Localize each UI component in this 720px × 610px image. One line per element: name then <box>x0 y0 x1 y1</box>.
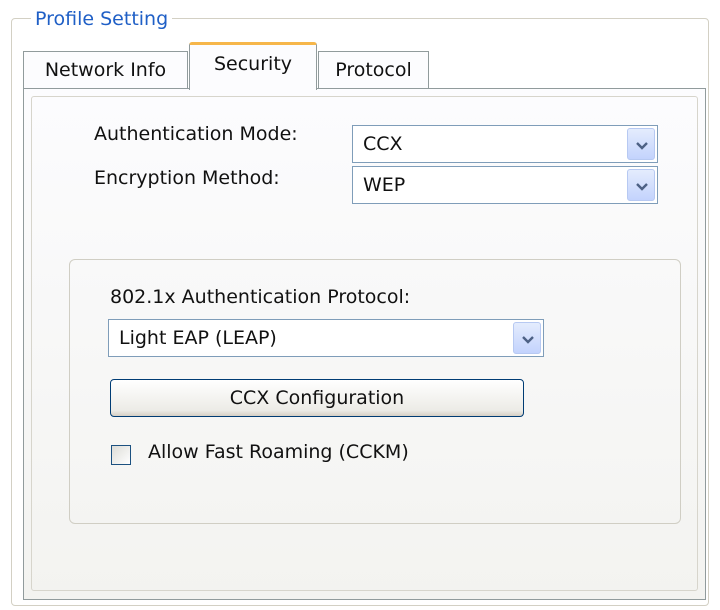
auth-mode-dropdown-button[interactable] <box>627 128 655 160</box>
encryption-dropdown-button[interactable] <box>627 169 655 201</box>
auth-protocol-label: 802.1x Authentication Protocol: <box>110 286 411 308</box>
fast-roaming-label[interactable]: Allow Fast Roaming (CCKM) <box>148 441 409 463</box>
tab-security[interactable]: Security <box>189 42 317 90</box>
security-tab-panel: Authentication Mode: CCX Encryption Meth… <box>23 88 706 600</box>
auth-mode-label: Authentication Mode: <box>94 123 298 145</box>
encryption-method-value: WEP <box>363 174 406 196</box>
chevron-down-icon <box>636 142 648 150</box>
tab-protocol[interactable]: Protocol <box>318 51 429 89</box>
auth-protocol-select[interactable]: Light EAP (LEAP) <box>108 319 544 357</box>
auth-protocol-value: Light EAP (LEAP) <box>119 327 277 349</box>
auth-mode-value: CCX <box>363 133 403 155</box>
auth-protocol-dropdown-button[interactable] <box>513 322 541 354</box>
encryption-method-select[interactable]: WEP <box>352 166 658 204</box>
ccx-configuration-button[interactable]: CCX Configuration <box>110 379 524 417</box>
chevron-down-icon <box>636 183 648 191</box>
group-title: Profile Setting <box>31 6 173 32</box>
fast-roaming-checkbox[interactable] <box>111 445 131 465</box>
auth-mode-select[interactable]: CCX <box>352 125 658 163</box>
tab-network-info[interactable]: Network Info <box>23 51 188 89</box>
encryption-method-label: Encryption Method: <box>94 167 280 189</box>
chevron-down-icon <box>522 336 534 344</box>
